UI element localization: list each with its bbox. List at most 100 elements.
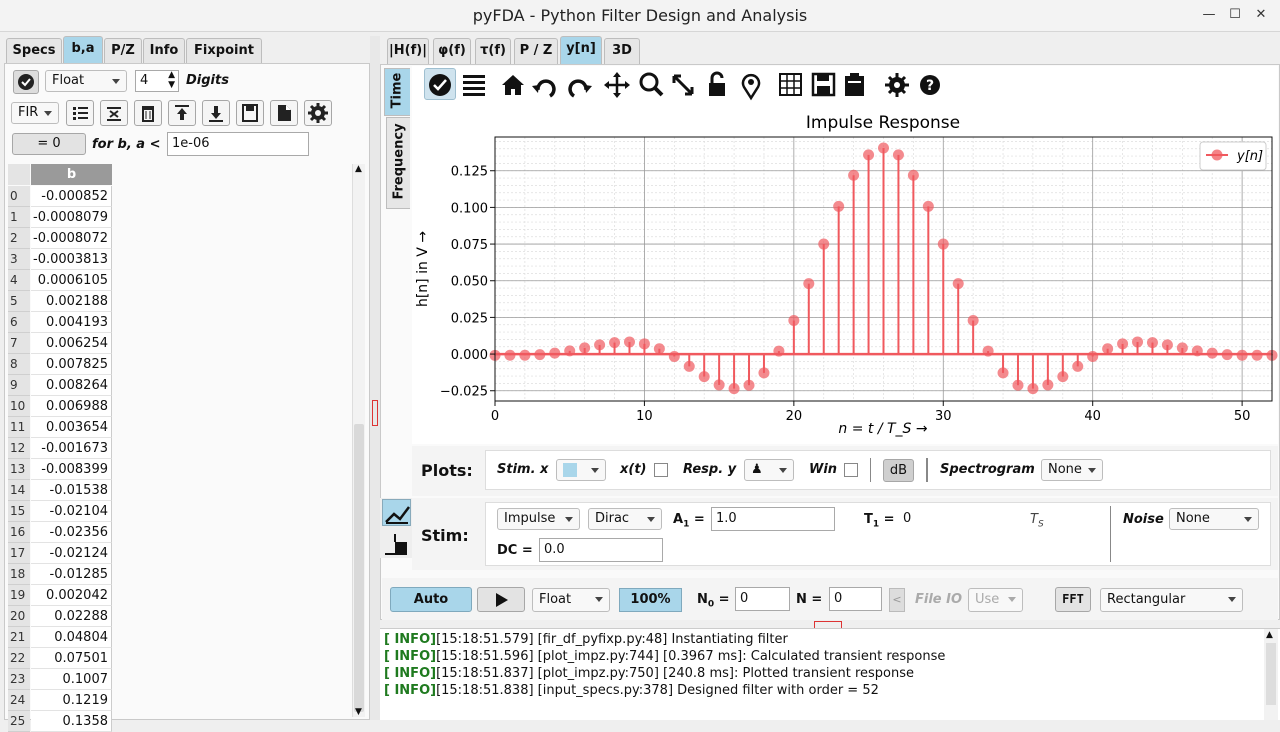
- log-scroll-up-icon[interactable]: ▲: [1266, 630, 1273, 640]
- tab-info[interactable]: Info: [143, 38, 185, 64]
- tab-phase[interactable]: φ(f): [433, 38, 471, 64]
- tab-pole-zero[interactable]: P / Z: [514, 38, 558, 64]
- load-icon[interactable]: [168, 100, 196, 126]
- coefficient-cell[interactable]: -0.001673: [31, 438, 112, 459]
- coefficient-cell[interactable]: 0.0006105: [31, 270, 112, 291]
- filter-type-select[interactable]: FIR: [11, 102, 59, 124]
- row-index[interactable]: 13: [8, 459, 30, 480]
- row-index[interactable]: 23: [8, 669, 30, 690]
- tab-group-delay[interactable]: τ(f): [475, 38, 511, 64]
- resp-y-style-select[interactable]: ♟: [744, 459, 794, 481]
- side-tab-time[interactable]: Time: [384, 68, 410, 116]
- trash-icon[interactable]: [134, 100, 162, 126]
- row-index[interactable]: 0: [8, 186, 30, 207]
- coefficient-cell[interactable]: -0.02124: [31, 543, 112, 564]
- stim-type-select[interactable]: Impulse: [497, 508, 580, 530]
- scroll-up-icon[interactable]: ▲: [355, 164, 362, 174]
- delete-rows-icon[interactable]: [100, 100, 128, 126]
- coefficient-cell[interactable]: -0.0008072: [31, 228, 112, 249]
- xt-checkbox[interactable]: [654, 463, 668, 477]
- noise-select[interactable]: None: [1169, 508, 1259, 530]
- row-index[interactable]: 24: [8, 690, 30, 711]
- row-index[interactable]: 19: [8, 585, 30, 606]
- coefficient-cell[interactable]: 0.02288: [31, 606, 112, 627]
- row-index[interactable]: 5: [8, 291, 30, 312]
- tab-impulse[interactable]: y[n]: [560, 36, 602, 64]
- close-icon[interactable]: ✕: [1252, 6, 1270, 24]
- stim-step-icon[interactable]: [382, 530, 411, 557]
- stim-plot-icon[interactable]: [382, 499, 411, 526]
- log-scrollbar[interactable]: ▲: [1264, 629, 1278, 720]
- scroll-down-icon[interactable]: ▼: [355, 707, 362, 717]
- tab-pz[interactable]: P/Z: [104, 38, 142, 64]
- save-icon[interactable]: [811, 72, 836, 97]
- fullscreen-icon[interactable]: [672, 74, 694, 96]
- coefficient-cell[interactable]: -0.000852: [31, 186, 112, 207]
- db-toggle-button[interactable]: dB: [883, 459, 914, 482]
- digits-spinbox[interactable]: 4 ▲ ▼: [135, 70, 179, 92]
- tab-3d[interactable]: 3D: [604, 38, 640, 64]
- row-index[interactable]: 14: [8, 480, 30, 501]
- spectrogram-select[interactable]: None: [1041, 459, 1103, 481]
- row-index[interactable]: 3: [8, 249, 30, 270]
- log-scroll-thumb[interactable]: [1266, 643, 1276, 705]
- file-icon[interactable]: [270, 100, 298, 126]
- marker-icon[interactable]: [741, 73, 761, 101]
- list-icon[interactable]: [66, 100, 94, 126]
- coefficient-cell[interactable]: -0.01538: [31, 480, 112, 501]
- list-icon[interactable]: [463, 75, 485, 96]
- row-index[interactable]: 9: [8, 375, 30, 396]
- run-format-select[interactable]: Float: [532, 588, 610, 612]
- coefficient-cell[interactable]: 0.1219: [31, 690, 112, 711]
- column-header-b[interactable]: b: [31, 164, 112, 185]
- eps-field[interactable]: 1e-06: [167, 132, 309, 156]
- coefficient-cell[interactable]: 0.002188: [31, 291, 112, 312]
- stim-x-style-select[interactable]: [556, 459, 606, 481]
- coefficient-cell[interactable]: 0.003654: [31, 417, 112, 438]
- row-index[interactable]: 16: [8, 522, 30, 543]
- lock-icon[interactable]: [709, 71, 725, 96]
- row-index[interactable]: 18: [8, 564, 30, 585]
- grid-icon[interactable]: [779, 73, 802, 96]
- row-index[interactable]: 17: [8, 543, 30, 564]
- row-index[interactable]: 6: [8, 312, 30, 333]
- n0-field[interactable]: 0: [735, 587, 790, 611]
- enable-check-button[interactable]: [13, 70, 39, 94]
- coefficient-cell[interactable]: -0.0008079: [31, 207, 112, 228]
- redo-icon[interactable]: [568, 79, 592, 98]
- side-tab-frequency[interactable]: Frequency: [386, 117, 410, 209]
- run-button[interactable]: [477, 587, 525, 612]
- dc-field[interactable]: 0.0: [539, 538, 663, 562]
- settings-icon[interactable]: [304, 100, 332, 126]
- coefficient-cell[interactable]: -0.0003813: [31, 249, 112, 270]
- auto-run-button[interactable]: Auto: [390, 587, 472, 612]
- pan-icon[interactable]: [604, 72, 630, 98]
- row-index[interactable]: 22: [8, 648, 30, 669]
- row-index[interactable]: 15: [8, 501, 30, 522]
- splitter-handle[interactable]: [372, 400, 378, 426]
- maximize-icon[interactable]: ☐: [1226, 6, 1244, 24]
- coefficient-cell[interactable]: 0.002042: [31, 585, 112, 606]
- prev-icon[interactable]: <: [889, 588, 905, 612]
- minimize-icon[interactable]: —: [1200, 6, 1218, 24]
- window-select[interactable]: Rectangular: [1100, 588, 1243, 612]
- settings-icon[interactable]: [885, 73, 909, 97]
- zoom-icon[interactable]: [639, 72, 664, 97]
- coefficient-cell[interactable]: -0.02356: [31, 522, 112, 543]
- check-icon[interactable]: [429, 74, 451, 96]
- coefficient-cell[interactable]: 0.04804: [31, 627, 112, 648]
- coefficient-cell[interactable]: 0.006254: [31, 333, 112, 354]
- t1-field[interactable]: 0: [898, 507, 1022, 531]
- row-index[interactable]: 21: [8, 627, 30, 648]
- splitter[interactable]: [370, 36, 380, 720]
- row-index[interactable]: 12: [8, 438, 30, 459]
- format-select[interactable]: Float: [45, 70, 127, 92]
- impulse-response-chart[interactable]: Impulse Response 0 10 20 30 40 50 −0.025 0.000…: [412, 104, 1278, 442]
- coefficient-cell[interactable]: 0.07501: [31, 648, 112, 669]
- scroll-thumb[interactable]: [354, 424, 364, 712]
- coefficient-cell[interactable]: 0.004193: [31, 312, 112, 333]
- stim-subtype-select[interactable]: Dirac: [588, 508, 662, 530]
- row-index[interactable]: 25: [8, 711, 30, 732]
- undo-icon[interactable]: [532, 79, 556, 98]
- home-icon[interactable]: [502, 75, 524, 95]
